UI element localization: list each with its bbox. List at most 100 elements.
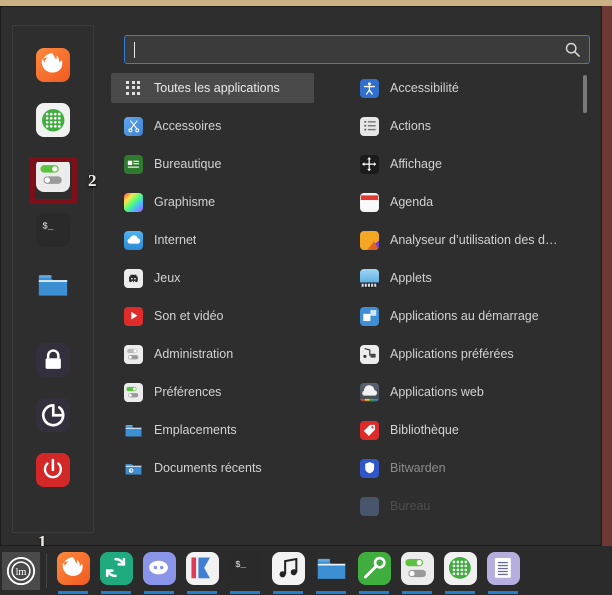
preferred-applications-icon xyxy=(360,344,379,364)
library-tag-icon xyxy=(360,420,379,440)
category-item[interactable]: Agenda xyxy=(347,187,577,217)
text-editor-icon xyxy=(486,551,520,585)
panel-app-discord[interactable] xyxy=(141,547,177,595)
category-label: Applications web xyxy=(390,385,484,399)
panel-app-music-note[interactable] xyxy=(270,547,306,595)
category-item[interactable]: Toutes les applications xyxy=(111,73,314,103)
software-manager-icon xyxy=(443,551,477,585)
running-indicator xyxy=(58,590,88,594)
category-item[interactable]: Applets xyxy=(347,263,577,293)
category-label: Applets xyxy=(390,271,432,285)
category-item[interactable]: Applications préférées xyxy=(347,339,577,369)
panel-app-text-editor[interactable] xyxy=(485,547,521,595)
favorite-power[interactable] xyxy=(34,451,72,489)
lock-icon xyxy=(36,343,70,377)
category-label: Son et vidéo xyxy=(154,309,224,323)
category-item[interactable]: Affichage xyxy=(347,149,577,179)
running-indicator xyxy=(488,590,518,594)
scrollbar-thumb[interactable] xyxy=(583,75,587,113)
favorite-firefox[interactable] xyxy=(34,46,72,84)
category-label: Actions xyxy=(390,119,431,133)
running-indicator xyxy=(402,590,432,594)
office-icon xyxy=(124,154,143,174)
panel-app-files-folder[interactable] xyxy=(313,547,349,595)
music-note-icon xyxy=(271,551,305,585)
category-item[interactable]: Analyseur d’utilisation des d… xyxy=(347,225,577,255)
category-label: Documents récents xyxy=(154,461,262,475)
search-icon[interactable] xyxy=(559,42,585,57)
favorite-lock[interactable] xyxy=(34,341,72,379)
internet-cloud-icon xyxy=(124,230,143,250)
panel-app-media-player[interactable] xyxy=(184,547,220,595)
preferences-toggle-icon xyxy=(124,382,143,402)
categories-column-left: Toutes les applications Accessoires Bure… xyxy=(111,73,341,533)
category-item[interactable]: Bureau xyxy=(347,491,577,521)
panel-app-list: $_ xyxy=(55,546,521,595)
mint-menu-button[interactable]: lm xyxy=(2,551,40,590)
terminal-icon: $_ xyxy=(228,551,262,585)
terminal-icon: $_ xyxy=(36,213,70,247)
category-label: Jeux xyxy=(154,271,181,285)
category-item[interactable]: Administration xyxy=(111,339,341,369)
web-apps-icon xyxy=(360,382,379,402)
category-item[interactable]: Accessibilité xyxy=(347,73,577,103)
favorite-system-settings[interactable] xyxy=(34,156,72,194)
category-label: Applications au démarrage xyxy=(390,309,539,323)
annotation-number-2: 2 xyxy=(88,171,97,190)
category-item[interactable]: Documents récents xyxy=(111,453,341,483)
category-item[interactable]: Bureautique xyxy=(111,149,341,179)
accessibility-icon xyxy=(360,78,379,98)
software-manager-icon xyxy=(36,103,70,137)
graphics-icon xyxy=(124,192,143,212)
category-label: Accessoires xyxy=(154,119,222,133)
discord-icon xyxy=(142,551,176,585)
category-label: Bureau xyxy=(390,499,431,513)
category-item[interactable]: Bibliothèque xyxy=(347,415,577,445)
text-caret xyxy=(134,42,135,58)
categories-column-right: Accessibilité Actions Affichage Agenda A… xyxy=(347,73,577,533)
category-label: Préférences xyxy=(154,385,222,399)
category-item[interactable]: Actions xyxy=(347,111,577,141)
svg-text:lm: lm xyxy=(16,567,27,578)
favorite-software-manager[interactable] xyxy=(34,101,72,139)
svg-text:$_: $_ xyxy=(43,221,54,232)
category-item[interactable]: Préférences xyxy=(111,377,341,407)
search-box[interactable] xyxy=(124,35,590,64)
category-item[interactable]: Graphisme xyxy=(111,187,341,217)
calendar-icon xyxy=(360,192,379,212)
category-item[interactable]: Bitwarden xyxy=(347,453,577,483)
firefox-icon xyxy=(36,48,70,82)
favorite-logout[interactable] xyxy=(34,396,72,434)
panel-app-system-settings[interactable] xyxy=(399,547,435,595)
category-label: Agenda xyxy=(390,195,434,209)
categories-panel: Toutes les applications Accessoires Bure… xyxy=(111,73,591,533)
grid-apps-icon xyxy=(124,79,143,98)
panel-app-terminal[interactable]: $_ xyxy=(227,547,263,595)
category-item[interactable]: Applications web xyxy=(347,377,577,407)
categories-scrollbar[interactable] xyxy=(583,75,587,531)
category-item[interactable]: Jeux xyxy=(111,263,341,293)
panel-app-tools-wrench[interactable] xyxy=(356,547,392,595)
category-label: Bibliothèque xyxy=(390,423,459,437)
accessories-scissors-icon xyxy=(124,116,143,136)
category-label: Applications préférées xyxy=(390,347,514,361)
desktop-icon xyxy=(360,496,379,516)
favorite-files-folder[interactable] xyxy=(34,266,72,304)
category-item[interactable]: Son et vidéo xyxy=(111,301,341,331)
category-item[interactable]: Accessoires xyxy=(111,111,341,141)
favorite-terminal[interactable]: $_ xyxy=(34,211,72,249)
files-folder-icon xyxy=(315,552,348,585)
panel-app-firefox[interactable] xyxy=(55,547,91,595)
files-folder-icon xyxy=(36,268,70,302)
panel-app-sync-green[interactable] xyxy=(98,547,134,595)
category-item[interactable]: Internet xyxy=(111,225,341,255)
panel-app-software-manager[interactable] xyxy=(442,547,478,595)
search-input[interactable] xyxy=(125,36,559,63)
category-label: Bitwarden xyxy=(390,461,446,475)
category-item[interactable]: Applications au démarrage xyxy=(347,301,577,331)
panel-separator xyxy=(46,553,47,588)
category-item[interactable]: Emplacements xyxy=(111,415,341,445)
places-folder-icon xyxy=(124,421,143,440)
running-indicator xyxy=(230,590,260,594)
category-label: Toutes les applications xyxy=(154,81,280,95)
